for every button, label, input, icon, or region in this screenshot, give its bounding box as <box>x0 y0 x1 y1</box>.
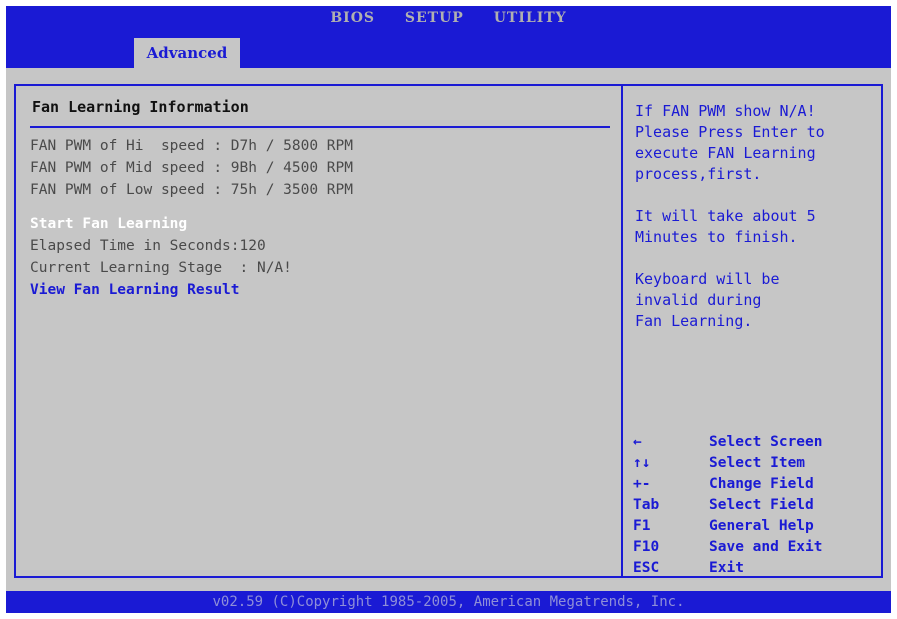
help-text-line: It will take about 5 <box>635 207 816 225</box>
key-legend-row: F1 General Help <box>633 518 873 538</box>
help-text-line: process,first. <box>635 165 762 183</box>
tab-key: Tab <box>633 497 660 513</box>
learning-stage-line: Current Learning Stage : N/A! <box>30 260 292 276</box>
help-text-line: Keyboard will be <box>635 270 780 288</box>
tab-advanced[interactable]: Advanced <box>134 38 240 68</box>
help-text-line: If FAN PWM show N/A! <box>635 102 816 120</box>
help-text-line: invalid during <box>635 291 762 309</box>
esc-key: ESC <box>633 560 660 576</box>
key-description: General Help <box>709 518 814 534</box>
start-fan-learning-item[interactable]: Start Fan Learning <box>30 216 187 232</box>
arrow-up-down-icon: ↑↓ <box>633 455 651 471</box>
settings-pane: Fan Learning Information FAN PWM of Hi s… <box>16 86 621 576</box>
key-legend-row: F10 Save and Exit <box>633 539 873 559</box>
key-legend-row: ↑↓ Select Item <box>633 455 873 475</box>
elapsed-time-line: Elapsed Time in Seconds:120 <box>30 238 266 254</box>
f1-key: F1 <box>633 518 651 534</box>
key-legend-row: Tab Select Field <box>633 497 873 517</box>
plus-minus-key: +- <box>633 476 651 492</box>
key-description: Exit <box>709 560 744 576</box>
key-legend-row: +- Change Field <box>633 476 873 496</box>
key-legend-row: ESC Exit <box>633 560 873 580</box>
help-text-line: Fan Learning. <box>635 312 753 330</box>
title-bar: BIOS SETUP UTILITY <box>6 6 891 30</box>
key-legend-row: ← Select Screen <box>633 434 873 454</box>
help-pane: If FAN PWM show N/A! Please Press Enter … <box>623 86 881 576</box>
fan-pwm-mid-line: FAN PWM of Mid speed : 9Bh / 4500 RPM <box>30 160 354 176</box>
arrow-left-icon: ← <box>633 434 642 450</box>
help-text-line: Please Press Enter to <box>635 123 825 141</box>
key-description: Change Field <box>709 476 814 492</box>
key-description: Select Screen <box>709 434 823 450</box>
key-description: Select Field <box>709 497 814 513</box>
tab-row: Advanced <box>6 30 891 68</box>
title-word-bios: BIOS <box>330 10 375 26</box>
bios-screen: BIOS SETUP UTILITY Advanced Fan Learning… <box>6 6 891 613</box>
f10-key: F10 <box>633 539 660 555</box>
title-word-utility: UTILITY <box>493 10 567 26</box>
key-description: Select Item <box>709 455 806 471</box>
help-text-line: execute FAN Learning <box>635 144 816 162</box>
section-divider <box>30 126 610 128</box>
fan-pwm-low-line: FAN PWM of Low speed : 75h / 3500 RPM <box>30 182 354 198</box>
key-description: Save and Exit <box>709 539 823 555</box>
title-word-setup: SETUP <box>404 10 464 26</box>
fan-pwm-hi-line: FAN PWM of Hi speed : D7h / 5800 RPM <box>30 138 354 154</box>
main-frame: Fan Learning Information FAN PWM of Hi s… <box>14 84 883 578</box>
view-fan-learning-result-item[interactable]: View Fan Learning Result <box>30 282 240 298</box>
copyright-footer: v02.59 (C)Copyright 1985-2005, American … <box>6 591 891 613</box>
section-title: Fan Learning Information <box>32 98 249 116</box>
help-text-line: Minutes to finish. <box>635 228 798 246</box>
